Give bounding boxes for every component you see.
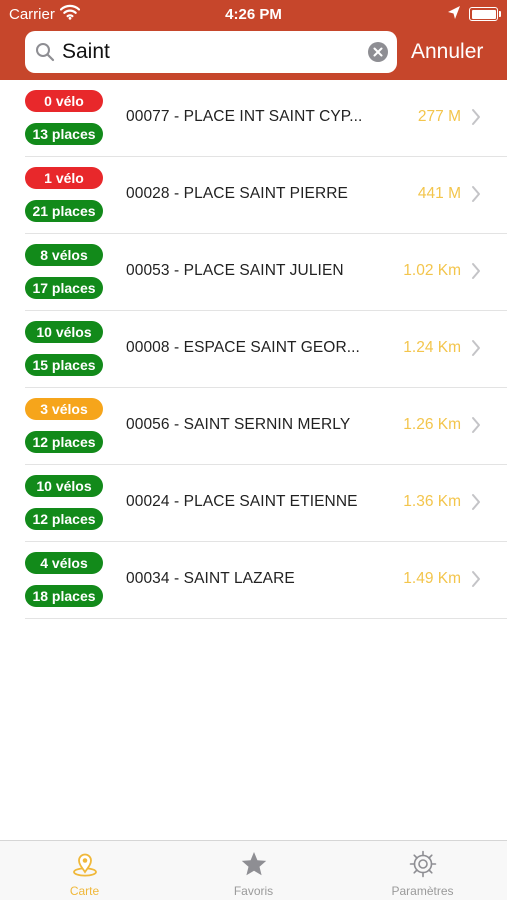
places-badge: 17 places bbox=[25, 277, 103, 299]
station-distance: 1.26 Km bbox=[403, 416, 461, 433]
places-badge: 13 places bbox=[25, 123, 103, 145]
search-bar[interactable] bbox=[25, 31, 397, 73]
station-name: 00056 - SAINT SERNIN MERLY bbox=[126, 416, 351, 433]
tab-label: Carte bbox=[69, 884, 100, 898]
station-name: 00053 - PLACE SAINT JULIEN bbox=[126, 262, 344, 279]
chevron-right-icon bbox=[471, 416, 481, 439]
status-bar: Carrier 4:26 PM bbox=[0, 0, 507, 28]
station-row[interactable]: 10 vélos 12 places 00024 - PLACE SAINT E… bbox=[0, 465, 507, 542]
bikes-badge: 3 vélos bbox=[25, 398, 103, 420]
tab-bar: Carte Favoris Paramètres bbox=[0, 840, 507, 900]
places-badge: 12 places bbox=[25, 508, 103, 530]
chevron-right-icon bbox=[471, 262, 481, 285]
station-name: 00024 - PLACE SAINT ETIENNE bbox=[126, 493, 358, 510]
bikes-badge: 1 vélo bbox=[25, 167, 103, 189]
station-distance: 1.49 Km bbox=[403, 570, 461, 587]
chevron-right-icon bbox=[471, 108, 481, 131]
bikes-badge: 4 vélos bbox=[25, 552, 103, 574]
station-list: 0 vélo 13 places 00077 - PLACE INT SAINT… bbox=[0, 80, 507, 619]
location-arrow-icon bbox=[447, 5, 461, 25]
station-row[interactable]: 4 vélos 18 places 00034 - SAINT LAZARE 1… bbox=[0, 542, 507, 619]
places-badge: 15 places bbox=[25, 354, 103, 376]
bikes-badge: 10 vélos bbox=[25, 475, 103, 497]
station-row[interactable]: 10 vélos 15 places 00008 - ESPACE SAINT … bbox=[0, 311, 507, 388]
chevron-right-icon bbox=[471, 185, 481, 208]
chevron-right-icon bbox=[471, 570, 481, 593]
cancel-button[interactable]: Annuler bbox=[411, 40, 483, 64]
station-row[interactable]: 3 vélos 12 places 00056 - SAINT SERNIN M… bbox=[0, 388, 507, 465]
chevron-right-icon bbox=[471, 493, 481, 516]
battery-tip bbox=[499, 11, 501, 17]
station-name: 00077 - PLACE INT SAINT CYP... bbox=[126, 108, 363, 125]
status-time: 4:26 PM bbox=[225, 6, 282, 23]
chevron-right-icon bbox=[471, 339, 481, 362]
search-input[interactable] bbox=[62, 36, 352, 68]
station-row[interactable]: 8 vélos 17 places 00053 - PLACE SAINT JU… bbox=[0, 234, 507, 311]
battery-icon bbox=[469, 7, 498, 21]
tab-favoris[interactable]: Favoris bbox=[169, 841, 338, 900]
places-badge: 21 places bbox=[25, 200, 103, 222]
bikes-badge: 8 vélos bbox=[25, 244, 103, 266]
clear-search-icon[interactable] bbox=[368, 42, 388, 67]
tab-carte[interactable]: Carte bbox=[0, 841, 169, 900]
station-name: 00008 - ESPACE SAINT GEOR... bbox=[126, 339, 360, 356]
tab-parametres[interactable]: Paramètres bbox=[338, 841, 507, 900]
station-distance: 277 M bbox=[417, 108, 461, 125]
gear-icon bbox=[409, 850, 437, 878]
station-name: 00028 - PLACE SAINT PIERRE bbox=[126, 185, 348, 202]
station-distance: 1.24 Km bbox=[403, 339, 461, 356]
bikes-badge: 0 vélo bbox=[25, 90, 103, 112]
header-bar: Carrier 4:26 PM Saint Annuler bbox=[0, 0, 507, 80]
places-badge: 12 places bbox=[25, 431, 103, 453]
station-distance: 1.02 Km bbox=[403, 262, 461, 279]
map-pin-icon bbox=[73, 853, 97, 877]
bikes-badge: 10 vélos bbox=[25, 321, 103, 343]
search-icon bbox=[35, 42, 55, 67]
station-distance: 1.36 Km bbox=[403, 493, 461, 510]
station-name: 00034 - SAINT LAZARE bbox=[126, 570, 295, 587]
station-row[interactable]: 1 vélo 21 places 00028 - PLACE SAINT PIE… bbox=[0, 157, 507, 234]
places-badge: 18 places bbox=[25, 585, 103, 607]
station-distance: 441 M bbox=[417, 185, 461, 202]
star-icon bbox=[241, 852, 267, 876]
tab-label: Favoris bbox=[233, 884, 274, 898]
tab-label: Paramètres bbox=[391, 884, 454, 898]
station-row[interactable]: 0 vélo 13 places 00077 - PLACE INT SAINT… bbox=[0, 80, 507, 157]
